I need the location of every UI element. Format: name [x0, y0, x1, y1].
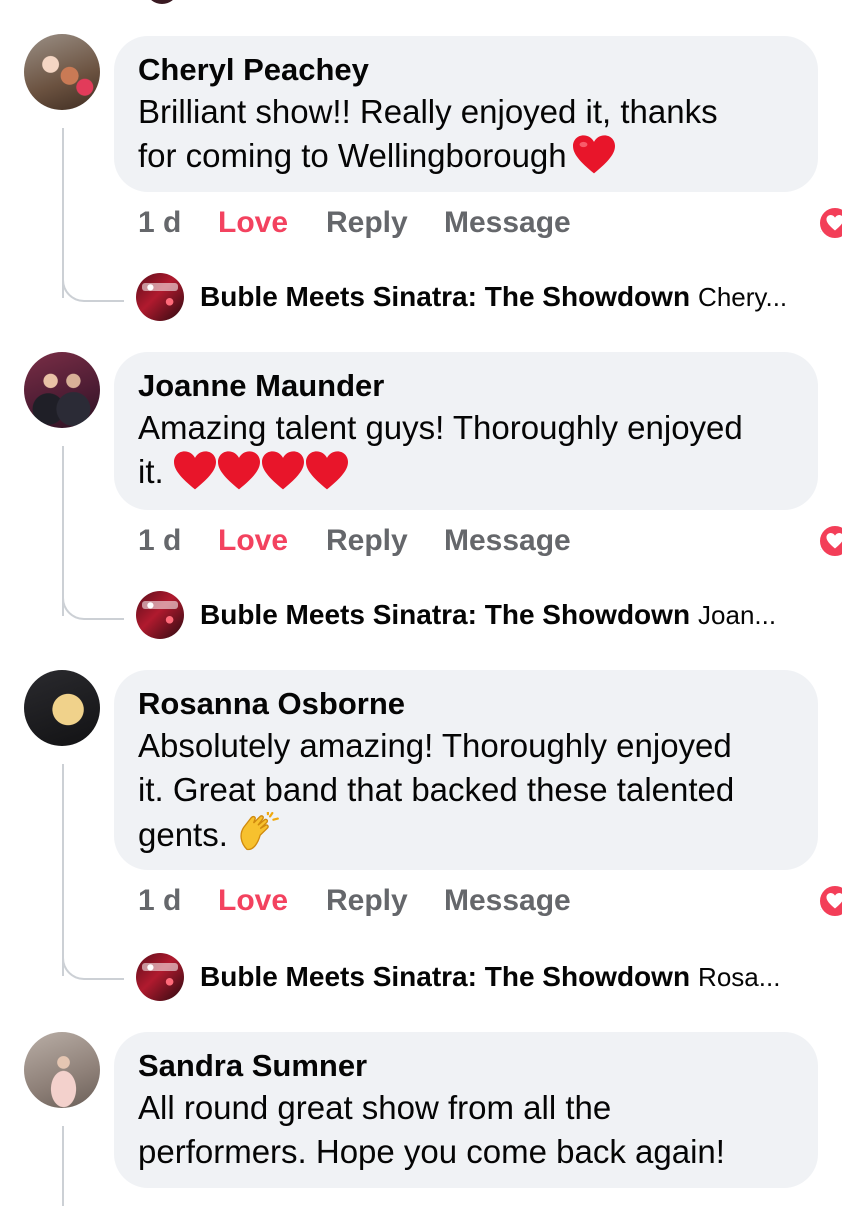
- comment-bubble: Rosanna Osborne Absolutely amazing! Thor…: [114, 670, 818, 870]
- love-button[interactable]: Love: [218, 206, 288, 240]
- comment-author[interactable]: Sandra Sumner: [138, 1046, 794, 1086]
- avatar[interactable]: [24, 670, 100, 746]
- reply-snippet: Chery...: [698, 281, 788, 312]
- reply-button[interactable]: Reply: [326, 524, 408, 558]
- page-avatar[interactable]: [136, 953, 184, 1001]
- love-button[interactable]: Love: [218, 524, 288, 558]
- comment-bubble: Sandra Sumner All round great show from …: [114, 1032, 818, 1188]
- comment-actions: 1 d Love Reply Message 1: [138, 206, 842, 246]
- comment-author[interactable]: Joanne Maunder: [138, 366, 794, 406]
- comment-line: it.: [138, 453, 164, 490]
- comment-author[interactable]: Rosanna Osborne: [138, 684, 794, 724]
- reply-page-name[interactable]: Buble Meets Sinatra: The Showdown: [200, 281, 690, 313]
- page-reply-preview[interactable]: Buble Meets Sinatra: The Showdown Joan..…: [136, 590, 826, 640]
- page-avatar[interactable]: [136, 591, 184, 639]
- comment-line: Absolutely amazing! Thoroughly enjoyed: [138, 727, 732, 764]
- comment-text: Amazing talent guys! Thoroughly enjoyed …: [138, 406, 794, 494]
- avatar[interactable]: [24, 1032, 100, 1108]
- red-heart-icon: [173, 451, 216, 490]
- red-heart-icon: [572, 135, 615, 174]
- page-avatar[interactable]: [136, 273, 184, 321]
- love-button[interactable]: Love: [218, 884, 288, 918]
- thread-connector: [62, 578, 124, 620]
- comment-actions: 1 d Love Reply Message 1: [138, 884, 842, 924]
- page-reply-preview[interactable]: Buble Meets Sinatra: The Showdown Rosa..…: [136, 952, 826, 1002]
- comment-text: Brilliant show!! Really enjoyed it, than…: [138, 90, 794, 178]
- red-heart-icon: [217, 451, 260, 490]
- comment-time[interactable]: 1 d: [138, 524, 181, 558]
- avatar[interactable]: [24, 352, 100, 428]
- reply-snippet: Rosa...: [698, 961, 781, 992]
- page-reply-preview[interactable]: Buble Meets Sinatra: The Showdown Chery.…: [136, 272, 826, 322]
- reply-page-name[interactable]: Buble Meets Sinatra: The Showdown: [200, 599, 690, 631]
- reply-button[interactable]: Reply: [326, 206, 408, 240]
- comment-line: for coming to Wellingborough: [138, 137, 567, 174]
- comment-line: All round great show from all the: [138, 1089, 612, 1126]
- message-button[interactable]: Message: [444, 884, 571, 918]
- reply-button[interactable]: Reply: [326, 884, 408, 918]
- comment-bubble: Joanne Maunder Amazing talent guys! Thor…: [114, 352, 818, 510]
- clapping-hands-icon: [240, 812, 279, 851]
- thread-connector: [62, 938, 124, 980]
- message-button[interactable]: Message: [444, 206, 571, 240]
- comment-text: Absolutely amazing! Thoroughly enjoyed i…: [138, 724, 794, 857]
- comment-time[interactable]: 1 d: [138, 206, 181, 240]
- comment-text: All round great show from all the perfor…: [138, 1086, 794, 1174]
- comment-line-with-emoji: gents.: [138, 812, 794, 857]
- previous-comment-avatar-edge: [148, 0, 176, 4]
- thread-connector: [62, 260, 124, 302]
- comment-author[interactable]: Cheryl Peachey: [138, 50, 794, 90]
- comment-line: it. Great band that backed these talente…: [138, 771, 735, 808]
- comment-time[interactable]: 1 d: [138, 884, 181, 918]
- reply-page-name[interactable]: Buble Meets Sinatra: The Showdown: [200, 961, 690, 993]
- comment-line-with-emoji: for coming to Wellingborough: [138, 134, 794, 178]
- comment-actions: 1 d Love Reply Message 1: [138, 524, 842, 564]
- message-button[interactable]: Message: [444, 524, 571, 558]
- comment-line: gents.: [138, 816, 228, 853]
- red-heart-icon: [305, 451, 348, 490]
- red-heart-icon: [261, 451, 304, 490]
- comment-line: performers. Hope you come back again!: [138, 1133, 725, 1170]
- comment-bubble: Cheryl Peachey Brilliant show!! Really e…: [114, 36, 818, 192]
- thread-line: [62, 1126, 64, 1206]
- avatar[interactable]: [24, 34, 100, 110]
- comment-line: Amazing talent guys! Thoroughly enjoyed: [138, 409, 743, 446]
- comment-line-with-emoji: it.: [138, 450, 794, 494]
- comment-line: Brilliant show!! Really enjoyed it, than…: [138, 93, 718, 130]
- reply-snippet: Joan...: [698, 599, 777, 630]
